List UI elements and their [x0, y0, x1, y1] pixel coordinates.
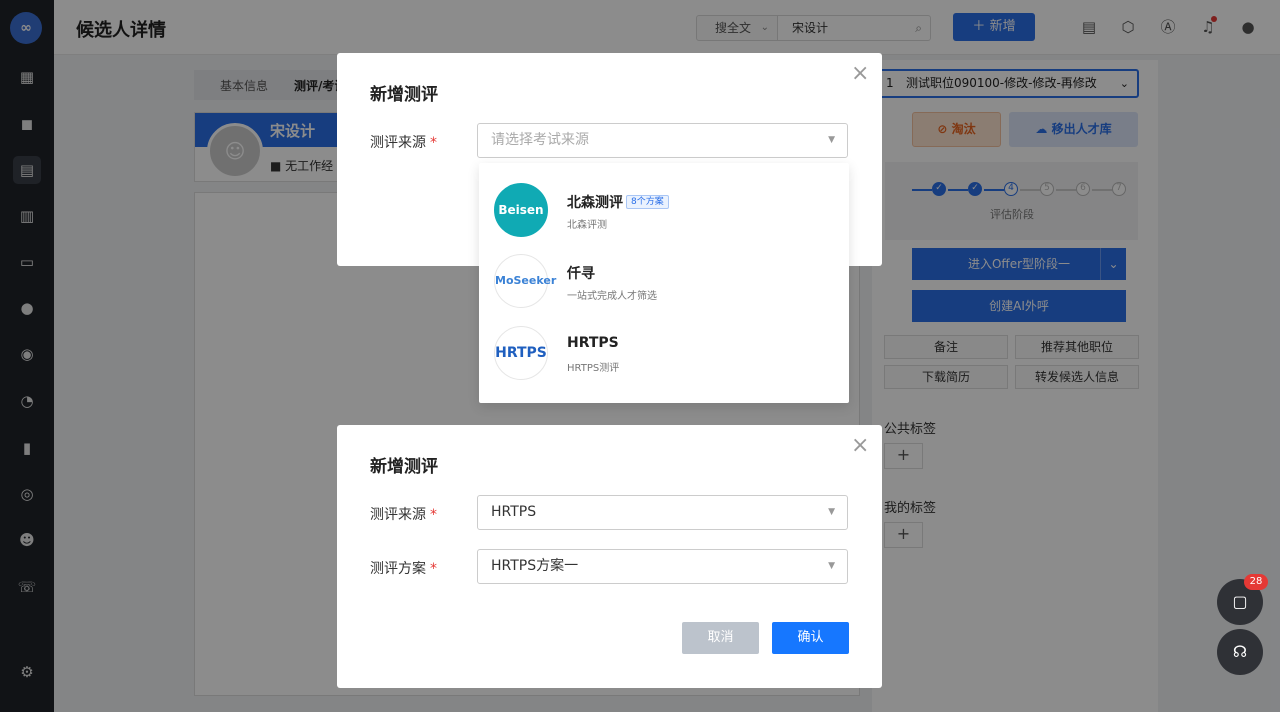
plan-label: 测评方案 * — [370, 558, 437, 578]
close-icon[interactable]: × — [851, 63, 869, 85]
headset-icon: ☊ — [1232, 642, 1248, 661]
beisen-logo: Beisen — [494, 183, 548, 237]
moseeker-logo: MoSeeker — [494, 254, 556, 308]
plan-select[interactable]: HRTPS方案一 ▼ — [477, 549, 848, 584]
close-icon[interactable]: × — [851, 435, 869, 457]
option-desc: 一站式完成人才筛选 — [567, 291, 657, 302]
required-mark: * — [430, 561, 437, 577]
option-desc: HRTPS测评 — [567, 363, 620, 374]
source-label: 测评来源 * — [370, 132, 437, 152]
plan-value: HRTPS方案一 — [491, 558, 579, 574]
source-select[interactable]: 请选择考试来源 ▼ — [477, 123, 848, 158]
cancel-button[interactable]: 取消 — [682, 622, 759, 654]
support-float-button[interactable]: ☊ — [1217, 629, 1263, 675]
source-dropdown: Beisen 北森测评 8个方案 北森评测 MoSeeker 仟寻 一站式完成人… — [479, 163, 849, 403]
source-select[interactable]: HRTPS ▼ — [477, 495, 848, 530]
option-name: 仟寻 — [567, 266, 595, 282]
option-hrtps[interactable]: HRTPS HRTPS HRTPS测评 — [479, 316, 849, 386]
add-assessment-dialog-2: 新增测评 × 测评来源 * HRTPS ▼ 测评方案 * HRTPS方案一 ▼ 取消… — [337, 425, 882, 688]
caret-down-icon: ▼ — [828, 135, 835, 145]
source-label-text: 测评来源 — [370, 135, 426, 151]
required-mark: * — [430, 507, 437, 523]
chat-icon: ▢ — [1232, 592, 1248, 611]
plan-label-text: 测评方案 — [370, 561, 426, 577]
option-desc: 北森评测 — [567, 220, 607, 231]
option-moseeker[interactable]: MoSeeker 仟寻 一站式完成人才筛选 — [479, 244, 849, 314]
option-beisen[interactable]: Beisen 北森测评 8个方案 北森评测 — [479, 173, 849, 243]
source-label-text: 测评来源 — [370, 507, 426, 523]
plan-count-tag: 8个方案 — [626, 195, 669, 209]
source-placeholder: 请选择考试来源 — [491, 132, 589, 148]
option-name: 北森测评 — [567, 195, 623, 211]
source-value: HRTPS — [491, 504, 537, 520]
dialog-title: 新增测评 — [370, 85, 438, 105]
dialog-title: 新增测评 — [370, 457, 438, 477]
caret-down-icon: ▼ — [828, 507, 835, 517]
caret-down-icon: ▼ — [828, 561, 835, 571]
chat-badge: 28 — [1244, 574, 1268, 590]
option-name: HRTPS — [567, 335, 619, 351]
confirm-button[interactable]: 确认 — [772, 622, 849, 654]
required-mark: * — [430, 135, 437, 151]
source-label: 测评来源 * — [370, 504, 437, 524]
hrtps-logo: HRTPS — [494, 326, 548, 380]
